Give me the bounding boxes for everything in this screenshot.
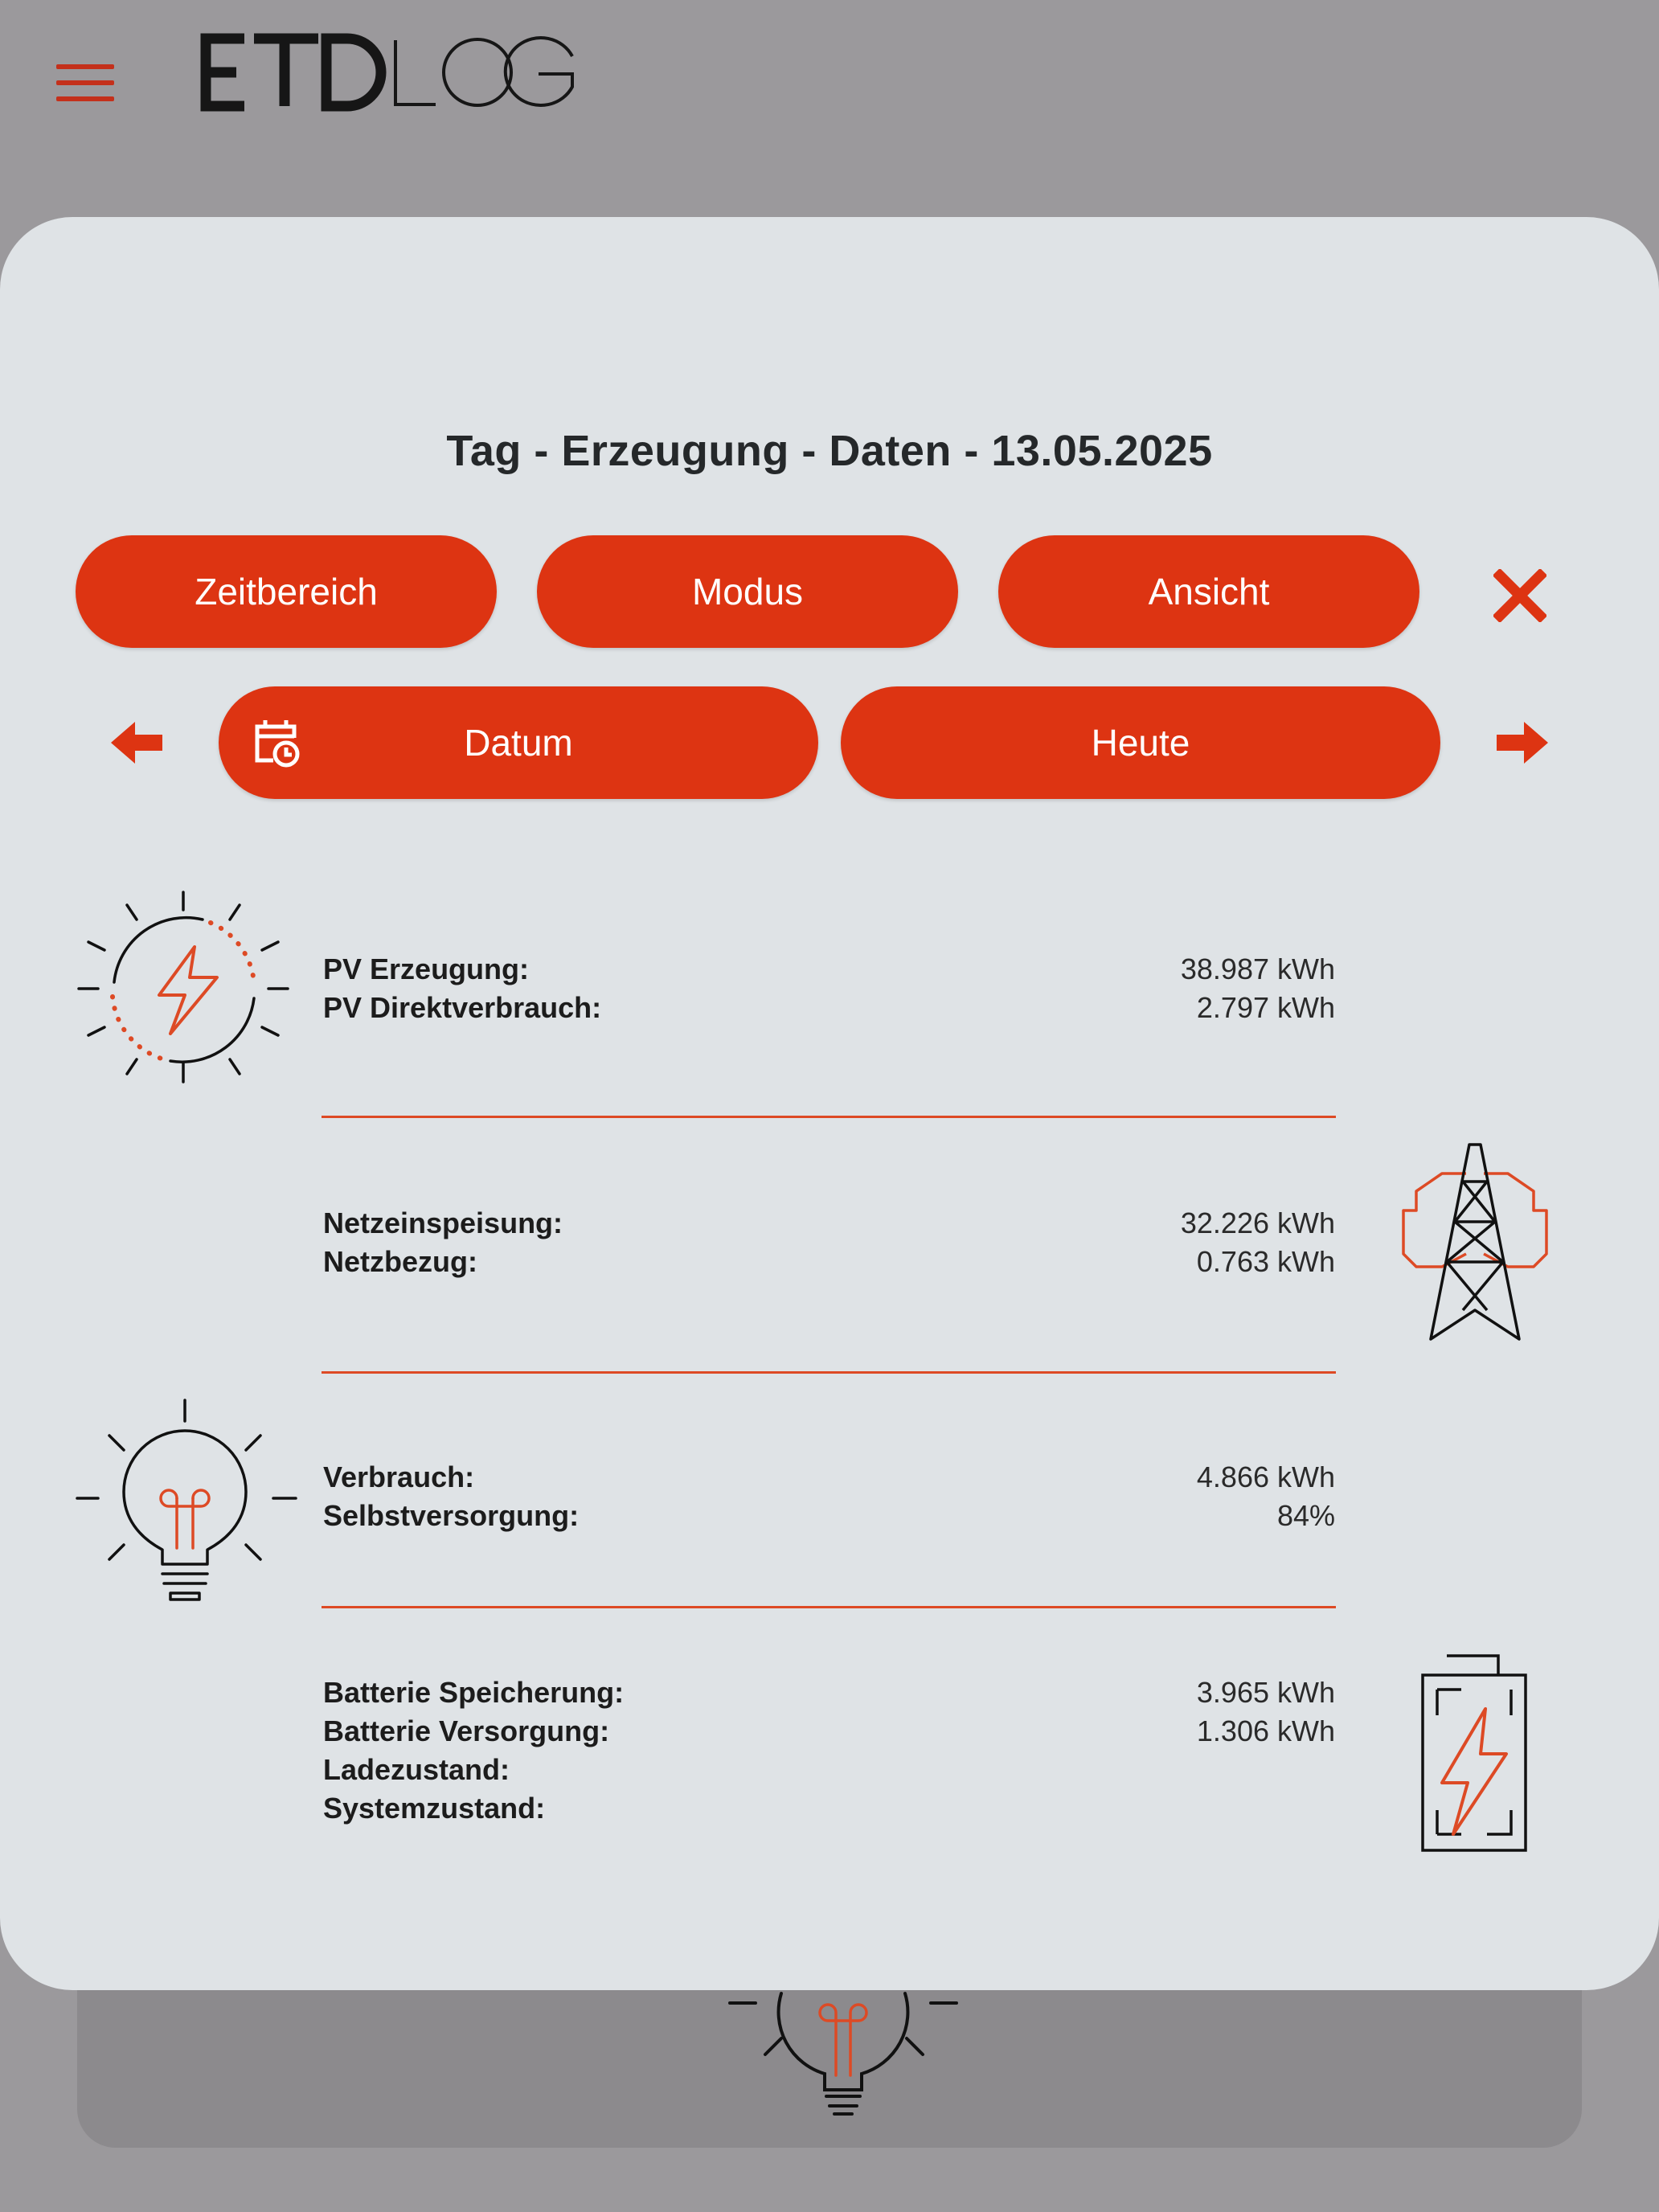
logo xyxy=(200,33,574,112)
divider xyxy=(322,1371,1336,1374)
arrow-left-icon[interactable] xyxy=(111,720,164,765)
app-bar xyxy=(0,0,1659,169)
divider xyxy=(322,1116,1336,1118)
dialog-title: Tag - Erzeugung - Daten - 13.05.2025 xyxy=(446,427,1213,475)
verbrauch-value: 4.866 kWh xyxy=(1196,1460,1335,1493)
sun-bolt-icon xyxy=(77,891,289,1083)
light-bulb-icon xyxy=(76,1399,297,1601)
pv-erzeugung-label: PV Erzeugung: xyxy=(323,952,530,985)
batterie-versorgung-label: Batterie Versorgung: xyxy=(323,1714,610,1747)
data-dialog: Tag - Erzeugung - Daten - 13.05.2025 Zei… xyxy=(0,217,1659,1990)
selbstversorgung-value: 84% xyxy=(1276,1499,1335,1532)
modus-button[interactable]: Modus xyxy=(537,535,958,648)
zeitbereich-button[interactable]: Zeitbereich xyxy=(76,535,497,648)
close-icon[interactable] xyxy=(1493,569,1546,622)
pv-direktverbrauch-value: 2.797 kWh xyxy=(1196,991,1335,1024)
netzbezug-label: Netzbezug: xyxy=(323,1245,477,1278)
divider xyxy=(322,1606,1336,1608)
pv-erzeugung-value: 38.987 kWh xyxy=(1180,952,1335,985)
ladezustand-label: Ladezustand: xyxy=(323,1753,510,1786)
batterie-speicherung-label: Batterie Speicherung: xyxy=(323,1676,625,1709)
netzeinspeisung-value: 32.226 kWh xyxy=(1180,1206,1335,1239)
netzbezug-value: 0.763 kWh xyxy=(1196,1245,1335,1278)
datum-button[interactable]: Datum xyxy=(219,686,818,799)
batterie-speicherung-value: 3.965 kWh xyxy=(1196,1676,1335,1709)
netzeinspeisung-label: Netzeinspeisung: xyxy=(323,1206,563,1239)
selbstversorgung-label: Selbstversorgung: xyxy=(323,1499,580,1532)
battery-bolt-icon xyxy=(1421,1654,1527,1852)
power-tower-icon xyxy=(1402,1143,1548,1341)
heute-button[interactable]: Heute xyxy=(841,686,1440,799)
verbrauch-label: Verbrauch: xyxy=(323,1460,475,1493)
datum-label: Datum xyxy=(464,722,573,764)
hamburger-icon[interactable] xyxy=(56,63,116,103)
arrow-right-icon[interactable] xyxy=(1495,720,1548,765)
pv-direktverbrauch-label: PV Direktverbrauch: xyxy=(323,991,602,1024)
batterie-versorgung-value: 1.306 kWh xyxy=(1196,1714,1335,1747)
ansicht-button[interactable]: Ansicht xyxy=(998,535,1419,648)
systemzustand-label: Systemzustand: xyxy=(323,1792,546,1825)
calendar-clock-icon xyxy=(255,720,300,768)
